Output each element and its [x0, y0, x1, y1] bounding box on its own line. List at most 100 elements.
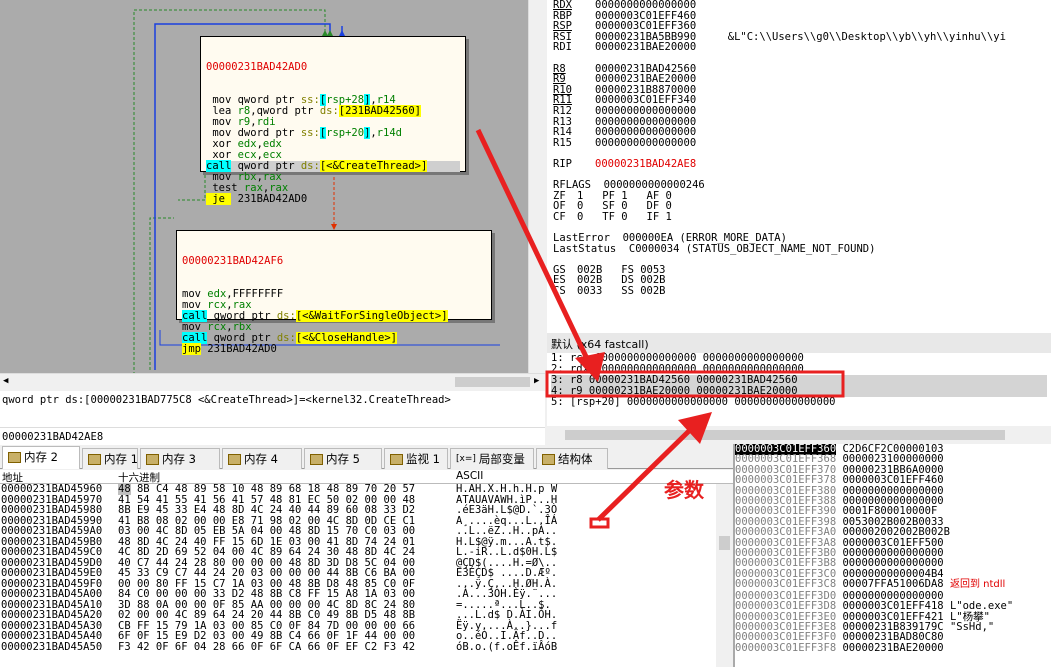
register-row[interactable] — [553, 53, 1051, 64]
dump-ascii-text[interactable]: ..L..ëZ..H..pÀ.. — [456, 526, 557, 537]
stack-comment: 返回到 ntdll — [949, 579, 1006, 591]
dump-ascii-text[interactable]: E3ÉÇD$ ....D.Æº. — [456, 568, 557, 579]
variable-icon: [x=] — [456, 454, 476, 464]
graph-view[interactable]: 00000231BAD42AD0 mov qword ptr ss:[rsp+2… — [0, 0, 528, 373]
dump-hex-bytes[interactable]: F3 42 0F 6F 04 28 66 0F 6F CA 66 0F EF C… — [118, 641, 415, 653]
instruction-line[interactable]: je 231BAD42AD0 — [206, 193, 460, 205]
register-value: 0000000000000000 — [595, 136, 697, 149]
dump-ascii-text[interactable]: H.AH.X.H.h.H.p W — [456, 484, 557, 495]
graph-node-main[interactable]: 00000231BAD42AD0 mov qword ptr ss:[rsp+2… — [200, 36, 466, 205]
info-line-operand: qword ptr ds:[00000231BAD775C8 <&CreateT… — [2, 394, 451, 406]
instruction-token: ds: — [276, 310, 296, 322]
dump-ascii-text[interactable]: óB.o.(f.oÊf.ïÂóB — [456, 641, 557, 653]
registers-panel[interactable]: RDX 0000000000000000 RBP 0000003C01EFF460 RS… — [547, 0, 1051, 333]
dump-ascii-text[interactable]: L.-iR..L.d$0H.L$ — [456, 547, 557, 558]
memory-icon — [228, 454, 241, 465]
register-name: LastStatus — [553, 242, 617, 255]
register-row[interactable]: CS 0033 SS 002B — [553, 286, 1051, 297]
stack-value: 00007FFA51006DA8 — [842, 578, 944, 591]
tab-局部变量[interactable]: [x=] 局部变量 — [450, 448, 534, 469]
dump-hex-bytes[interactable]: 84 C0 00 00 00 33 D2 48 8B C8 FF 15 A8 1… — [118, 589, 415, 600]
annotation-label: 参数 — [664, 478, 704, 502]
stack-row[interactable]: 0000003C01EFF3F8 00000231BAE20000 — [735, 642, 1051, 653]
tab-label: 局部变量 — [478, 452, 525, 466]
graph-vertical-scrollbar[interactable] — [528, 0, 545, 373]
call-horizontal-scrollbar[interactable] — [547, 426, 1051, 444]
register-row[interactable]: RDI 00000231BAE20000 — [553, 42, 1051, 53]
stack-address: 0000003C01EFF3C8 — [735, 578, 837, 591]
instruction-line[interactable]: jmp 231BAD42AD0 — [182, 343, 486, 355]
dump-header-address: 地址 — [2, 472, 23, 484]
dump-hex-column[interactable]: 48 8B C4 48 89 58 10 48 89 68 18 48 89 7… — [118, 484, 415, 652]
dump-ascii-text[interactable]: o..éÒ..I.Äf..D.. — [456, 631, 557, 642]
dump-hex-bytes[interactable]: 8B E9 45 33 E4 48 8D 4C 24 40 44 89 60 0… — [118, 505, 415, 516]
instruction-token: ds: — [319, 105, 339, 117]
instruction-token: jmp — [182, 343, 201, 355]
register-row[interactable]: RDX 0000000000000000 — [553, 0, 1051, 11]
call-argument-row[interactable]: 5: [rsp+20] 0000000000000000 00000000000… — [551, 397, 1047, 408]
dump-address: 00000231BAD45A00 — [1, 588, 103, 600]
dump-address: 00000231BAD459A0 — [1, 525, 103, 537]
tab-结构体[interactable]: 结构体 — [536, 448, 608, 469]
dump-ascii-column[interactable]: H.AH.X.H.h.H.p W ATAUAVAWH.ìP...H .éE3äH.L… — [456, 484, 557, 652]
info-panel: qword ptr ds:[00000231BAD775C8 <&CreateT… — [0, 391, 545, 427]
tab-label: 内存 1 — [104, 452, 138, 466]
dump-hex-bytes[interactable]: 6F 0F 15 E9 D2 03 00 49 8B C4 66 0F 1F 4… — [118, 631, 415, 642]
register-name: RIP — [553, 157, 572, 170]
instruction-token: [<&CreateThread>] — [319, 160, 428, 172]
dump-hex-bytes[interactable]: 02 00 00 4C 89 64 24 20 44 8B C0 49 8B D… — [118, 610, 415, 621]
stack-comment: "SsHd," — [949, 620, 995, 633]
instruction-token: ss: — [300, 127, 320, 139]
node-instructions: mov qword ptr ss:[rsp+28],r14 lea r8,qwo… — [206, 94, 460, 205]
register-row[interactable]: R12 0000000000000000 — [553, 106, 1051, 117]
register-row[interactable]: CF 0 TF 0 IF 1 — [553, 212, 1051, 223]
tab-内存 4[interactable]: 内存 4 — [222, 448, 302, 469]
call-convention-header[interactable]: 默认 (x64 fastcall) — [547, 333, 1051, 353]
instruction-token: [<&WaitForSingleObject>] — [295, 310, 448, 322]
node-address: 00000231BAD42AD0 — [206, 61, 308, 73]
tab-内存 5[interactable]: 内存 5 — [304, 448, 382, 469]
dump-ascii-text[interactable]: .éE3äH.L$@D.`.3Ò — [456, 505, 557, 516]
dump-hex-bytes[interactable]: 48 8B C4 48 89 58 10 48 89 68 18 48 89 7… — [118, 484, 415, 495]
dump-header: 地址 十六进制 ASCII — [0, 470, 733, 484]
scroll-left-arrow-icon[interactable]: ◀ — [3, 376, 8, 386]
dump-hex-bytes[interactable]: 03 00 4C 8D 05 EB 5A 04 00 48 8D 15 70 C… — [118, 526, 415, 537]
memory-dump[interactable]: 00000231BAD45960 00000231BAD45970 00000231… — [0, 484, 716, 667]
stack-panel[interactable]: 0000003C01EFF360 C2D6CF2C00000103 0000003… — [733, 444, 1051, 667]
graph-horizontal-scrollbar[interactable]: ◀ ▶ — [0, 373, 545, 390]
scroll-right-arrow-icon[interactable]: ▶ — [534, 376, 539, 386]
dump-vertical-scrollbar[interactable] — [716, 484, 733, 667]
register-value: C0000034 (STATUS_OBJECT_NAME_NOT_FOUND) — [628, 242, 876, 255]
dump-ascii-text[interactable]: .À...3ÒH.Èÿ.¨... — [456, 589, 557, 600]
instruction-token: r14d — [376, 127, 403, 139]
tab-内存 2[interactable]: 内存 2 — [2, 446, 80, 469]
node-instructions: mov edx,FFFFFFFF mov rcx,rax call qword pt… — [182, 289, 486, 355]
dump-hex-bytes[interactable]: 4C 8D 2D 69 52 04 00 4C 89 64 24 30 48 8… — [118, 547, 415, 558]
scroll-thumb[interactable] — [719, 536, 730, 550]
register-row[interactable]: LastStatus C0000034 (STATUS_OBJECT_NAME_… — [553, 244, 1051, 255]
dump-ascii-text[interactable]: ...L.d$ D.ÀI.ÕH. — [456, 610, 557, 621]
tab-内存 1[interactable]: 内存 1 — [82, 448, 138, 469]
call-arguments-list[interactable]: 1: rcx 0000000000000000 0000000000000000… — [547, 353, 1051, 426]
tab-label: 内存 5 — [326, 452, 360, 466]
graph-node-wait[interactable]: 00000231BAD42AF6 mov edx,FFFFFFFF mov rcx… — [176, 230, 492, 355]
tab-label: 内存 4 — [244, 452, 278, 466]
tab-内存 3[interactable]: 内存 3 — [140, 448, 220, 469]
instruction-token: ds: — [276, 332, 296, 344]
register-name: R12 — [553, 104, 572, 117]
dump-address: 00000231BAD45980 — [1, 504, 103, 516]
register-name: RDX — [553, 0, 572, 11]
register-name: RDI — [553, 41, 572, 54]
dump-address: 00000231BAD459E0 — [1, 567, 103, 579]
scroll-thumb[interactable] — [455, 377, 530, 387]
memory-icon — [542, 454, 555, 465]
instruction-token: rsp+20 — [326, 127, 365, 139]
dump-address-column: 00000231BAD45960 00000231BAD45970 00000231… — [1, 484, 102, 652]
register-row[interactable]: R15 0000000000000000 — [553, 138, 1051, 149]
tab-监视 1[interactable]: 监视 1 — [384, 448, 448, 469]
instruction-token: [<&CloseHandle>] — [295, 332, 397, 344]
register-name: R15 — [553, 136, 572, 149]
scroll-thumb[interactable] — [565, 430, 1005, 440]
register-row[interactable]: RIP 00000231BAD42AE8 — [553, 159, 1051, 170]
dump-hex-bytes[interactable]: 45 33 C9 C7 44 24 20 03 00 00 00 44 8B C… — [118, 568, 415, 579]
